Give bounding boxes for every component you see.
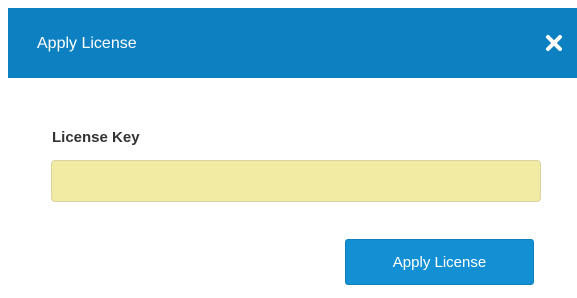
apply-license-button[interactable]: Apply License xyxy=(345,239,534,285)
license-key-input[interactable] xyxy=(51,160,541,202)
dialog-title: Apply License xyxy=(37,35,137,52)
dialog-header: Apply License xyxy=(8,8,577,78)
apply-license-dialog: Apply License License Key Apply License xyxy=(0,0,577,298)
license-key-label: License Key xyxy=(52,129,140,146)
close-icon[interactable] xyxy=(545,34,563,52)
